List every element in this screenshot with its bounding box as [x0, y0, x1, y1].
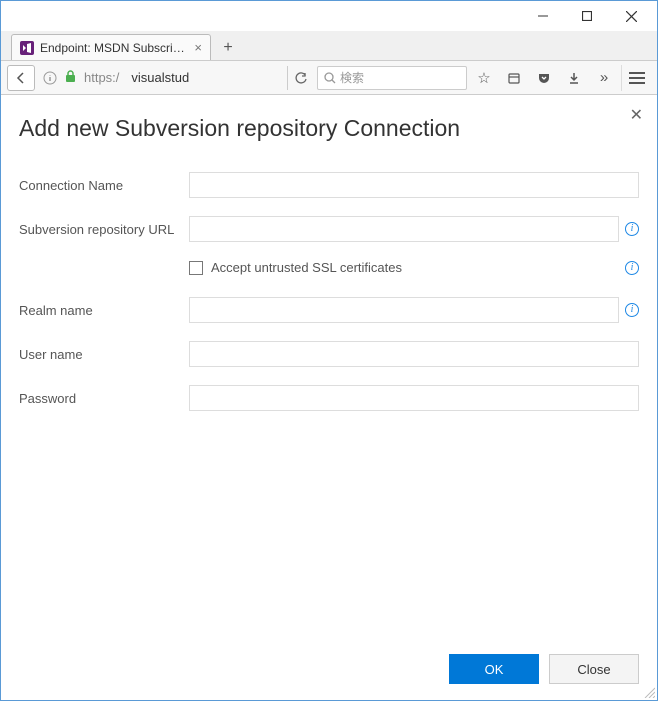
info-icon[interactable]: i: [625, 222, 639, 236]
label-connection-name: Connection Name: [19, 178, 189, 193]
new-tab-button[interactable]: +: [215, 36, 241, 60]
label-repo-url: Subversion repository URL: [19, 222, 189, 237]
dialog-footer: OK Close: [19, 644, 639, 684]
input-password[interactable]: [189, 385, 639, 411]
info-icon[interactable]: i: [625, 303, 639, 317]
ok-button[interactable]: OK: [449, 654, 539, 684]
window-close-button[interactable]: [609, 2, 653, 30]
dialog-close-button[interactable]: ✕: [630, 105, 643, 125]
row-password: Password: [19, 385, 639, 411]
label-password: Password: [19, 391, 189, 406]
back-button[interactable]: [7, 65, 35, 91]
info-icon[interactable]: i: [625, 261, 639, 275]
window-titlebar: [1, 1, 657, 31]
reload-button[interactable]: [287, 66, 313, 90]
downloads-icon[interactable]: [561, 66, 587, 90]
input-connection-name[interactable]: [189, 172, 639, 198]
dialog-title: Add new Subversion repository Connection: [19, 115, 639, 142]
checkbox-accept-ssl[interactable]: [189, 261, 203, 275]
browser-tab-active[interactable]: Endpoint: MSDN Subscrip... ×: [11, 34, 211, 60]
browser-toolbar: https:/ visualstud 検索 ☆ »: [1, 61, 657, 95]
connection-form: Connection Name Subversion repository UR…: [19, 172, 639, 644]
input-repo-url[interactable]: [189, 216, 619, 242]
close-button[interactable]: Close: [549, 654, 639, 684]
label-user: User name: [19, 347, 189, 362]
input-realm[interactable]: [189, 297, 619, 323]
search-box[interactable]: 検索: [317, 66, 467, 90]
lock-icon: [65, 70, 76, 86]
tab-title: Endpoint: MSDN Subscrip...: [40, 41, 188, 55]
label-accept-ssl: Accept untrusted SSL certificates: [211, 260, 402, 275]
search-placeholder: 検索: [340, 69, 364, 86]
browser-window: Endpoint: MSDN Subscrip... × + https:/ v…: [0, 0, 658, 701]
visual-studio-icon: [20, 41, 34, 55]
row-repo-url: Subversion repository URL i: [19, 216, 639, 242]
row-connection-name: Connection Name: [19, 172, 639, 198]
library-icon[interactable]: [501, 66, 527, 90]
url-scheme: https:/: [80, 70, 123, 85]
url-host[interactable]: visualstud: [127, 70, 193, 85]
overflow-icon[interactable]: »: [591, 66, 617, 90]
input-user[interactable]: [189, 341, 639, 367]
row-realm: Realm name i: [19, 297, 639, 323]
pocket-icon[interactable]: [531, 66, 557, 90]
browser-tabstrip: Endpoint: MSDN Subscrip... × +: [1, 31, 657, 61]
resize-grip-icon[interactable]: [643, 686, 655, 698]
dialog-panel: ✕ Add new Subversion repository Connecti…: [1, 95, 657, 700]
row-accept-ssl: Accept untrusted SSL certificates i: [189, 260, 639, 275]
search-icon: [324, 72, 336, 84]
bookmark-star-icon[interactable]: ☆: [471, 66, 497, 90]
window-maximize-button[interactable]: [565, 2, 609, 30]
menu-button[interactable]: [621, 65, 651, 91]
window-minimize-button[interactable]: [521, 2, 565, 30]
label-realm: Realm name: [19, 303, 189, 318]
row-user: User name: [19, 341, 639, 367]
site-identity-icon[interactable]: [39, 67, 61, 89]
tab-close-button[interactable]: ×: [194, 40, 202, 55]
